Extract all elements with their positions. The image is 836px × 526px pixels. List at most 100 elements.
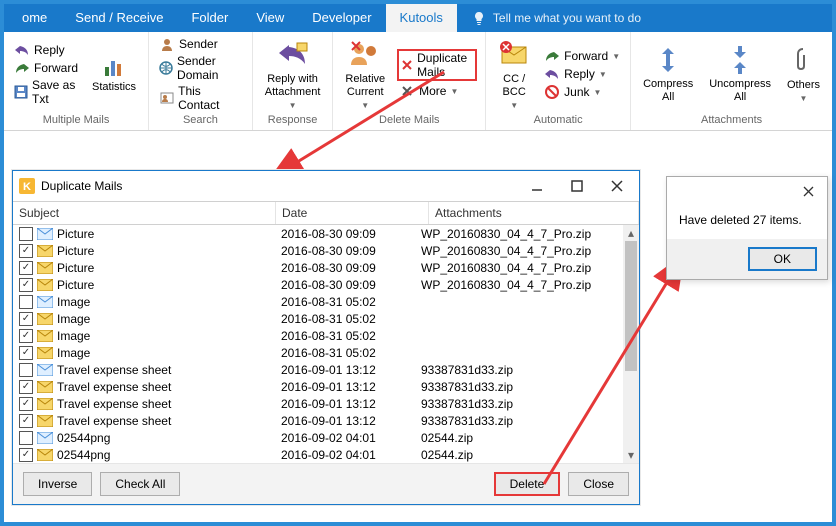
table-row[interactable]: Image 2016-08-31 05:02 (13, 344, 623, 361)
cell-attachment: 02544.zip (421, 431, 623, 445)
checkbox[interactable] (19, 295, 33, 309)
save-as-txt-button[interactable]: Save as Txt (12, 78, 80, 106)
tab-send-receive[interactable]: Send / Receive (61, 4, 177, 32)
table-row[interactable]: Image 2016-08-31 05:02 (13, 310, 623, 327)
table-row[interactable]: Image 2016-08-31 05:02 (13, 327, 623, 344)
checkbox[interactable] (19, 278, 33, 292)
relative-current-button[interactable]: Relative Current ▼ (341, 37, 389, 112)
compress-all-button[interactable]: Compress All (639, 42, 697, 106)
uncompress-all-button[interactable]: Uncompress All (705, 42, 775, 106)
close-dialog-button[interactable]: Close (568, 472, 629, 496)
this-contact-button[interactable]: This Contact (157, 84, 244, 112)
cell-attachment: WP_20160830_04_4_7_Pro.zip (421, 261, 623, 275)
junk-button[interactable]: Junk ▼ (542, 84, 622, 100)
reply-attach-icon (277, 39, 309, 71)
globe-icon (159, 60, 173, 76)
checkbox[interactable] (19, 261, 33, 275)
alert-close-button[interactable] (789, 178, 827, 204)
table-row[interactable]: Travel expense sheet 2016-09-01 13:12 93… (13, 412, 623, 429)
chevron-down-icon: ▼ (289, 101, 297, 110)
chevron-down-icon: ▼ (510, 101, 518, 110)
table-row[interactable]: Picture 2016-08-30 09:09 WP_20160830_04_… (13, 225, 623, 242)
scroll-down-icon[interactable]: ▾ (623, 447, 639, 463)
tell-me-search[interactable]: Tell me what you want to do (457, 10, 655, 26)
cell-subject: Travel expense sheet (57, 363, 281, 377)
uncompress-label: Uncompress All (709, 78, 771, 104)
table-row[interactable]: 02544png 2016-09-02 04:01 02544.zip (13, 446, 623, 463)
group-attachments-label: Attachments (639, 112, 824, 128)
column-attachments[interactable]: Attachments (429, 202, 639, 224)
checkbox[interactable] (19, 414, 33, 428)
table-row[interactable]: Travel expense sheet 2016-09-01 13:12 93… (13, 395, 623, 412)
checkbox[interactable] (19, 363, 33, 377)
column-subject[interactable]: Subject (13, 202, 276, 224)
checkbox[interactable] (19, 380, 33, 394)
table-row[interactable]: Picture 2016-08-30 09:09 WP_20160830_04_… (13, 259, 623, 276)
cell-date: 2016-08-31 05:02 (281, 312, 421, 326)
scroll-up-icon[interactable]: ▴ (623, 225, 639, 241)
close-button[interactable] (597, 172, 637, 200)
table-row[interactable]: Travel expense sheet 2016-09-01 13:12 93… (13, 361, 623, 378)
cell-date: 2016-09-01 13:12 (281, 380, 421, 394)
table-row[interactable]: Picture 2016-08-30 09:09 WP_20160830_04_… (13, 276, 623, 293)
cell-date: 2016-08-31 05:02 (281, 346, 421, 360)
group-multiple-mails-label: Multiple Mails (12, 112, 140, 128)
auto-forward-button[interactable]: Forward ▼ (542, 48, 622, 64)
reply-gear-icon (544, 66, 560, 82)
envelope-icon (37, 347, 53, 359)
sender-label: Sender (179, 37, 218, 51)
compress-icon (652, 44, 684, 76)
alert-ok-button[interactable]: OK (748, 247, 817, 271)
sender-button[interactable]: Sender (157, 36, 244, 52)
envelope-icon (37, 398, 53, 410)
scrollbar[interactable]: ▴ ▾ (623, 225, 639, 463)
inverse-button[interactable]: Inverse (23, 472, 92, 496)
auto-reply-button[interactable]: Reply ▼ (542, 66, 622, 82)
tab-kutools[interactable]: Kutools (386, 4, 457, 32)
cc-bcc-button[interactable]: CC / BCC ▼ (494, 37, 534, 112)
lightbulb-icon (471, 10, 487, 26)
checkbox[interactable] (19, 397, 33, 411)
reply-button[interactable]: Reply (12, 42, 80, 58)
chart-icon (102, 55, 126, 79)
table-row[interactable]: 02544png 2016-09-02 04:01 02544.zip (13, 429, 623, 446)
checkbox[interactable] (19, 329, 33, 343)
scroll-thumb[interactable] (625, 241, 637, 371)
check-all-button[interactable]: Check All (100, 472, 180, 496)
x-icon (401, 57, 413, 73)
column-date[interactable]: Date (276, 202, 429, 224)
cell-date: 2016-08-30 09:09 (281, 244, 421, 258)
others-button[interactable]: Others ▼ (783, 43, 824, 105)
reply-with-attachment-button[interactable]: Reply with Attachment ▼ (261, 37, 325, 112)
compress-label: Compress All (643, 78, 693, 104)
table-row[interactable]: Image 2016-08-31 05:02 (13, 293, 623, 310)
maximize-button[interactable] (557, 172, 597, 200)
ribbon: ome Send / Receive Folder View Developer… (4, 4, 832, 131)
duplicate-mails-button[interactable]: Duplicate Mails (417, 51, 471, 79)
checkbox[interactable] (19, 431, 33, 445)
minimize-button[interactable] (517, 172, 557, 200)
chevron-down-icon: ▼ (800, 94, 808, 103)
tab-home[interactable]: ome (8, 4, 61, 32)
forward-button[interactable]: Forward (12, 60, 80, 76)
envelope-icon (37, 432, 53, 444)
envelope-stack-icon (498, 39, 530, 71)
delete-button[interactable]: Delete (494, 472, 561, 496)
checkbox[interactable] (19, 227, 33, 241)
table-row[interactable]: Picture 2016-08-30 09:09 WP_20160830_04_… (13, 242, 623, 259)
tab-developer[interactable]: Developer (298, 4, 385, 32)
group-response: Reply with Attachment ▼ Response (253, 32, 334, 130)
checkbox[interactable] (19, 448, 33, 462)
people-x-icon (349, 39, 381, 71)
checkbox[interactable] (19, 312, 33, 326)
cell-date: 2016-08-30 09:09 (281, 227, 421, 241)
tab-view[interactable]: View (242, 4, 298, 32)
sender-domain-button[interactable]: Sender Domain (157, 54, 244, 82)
cell-subject: Image (57, 295, 281, 309)
checkbox[interactable] (19, 244, 33, 258)
statistics-button[interactable]: Statistics (88, 53, 140, 96)
tab-folder[interactable]: Folder (177, 4, 242, 32)
more-button[interactable]: More ▼ (397, 83, 477, 99)
checkbox[interactable] (19, 346, 33, 360)
table-row[interactable]: Travel expense sheet 2016-09-01 13:12 93… (13, 378, 623, 395)
